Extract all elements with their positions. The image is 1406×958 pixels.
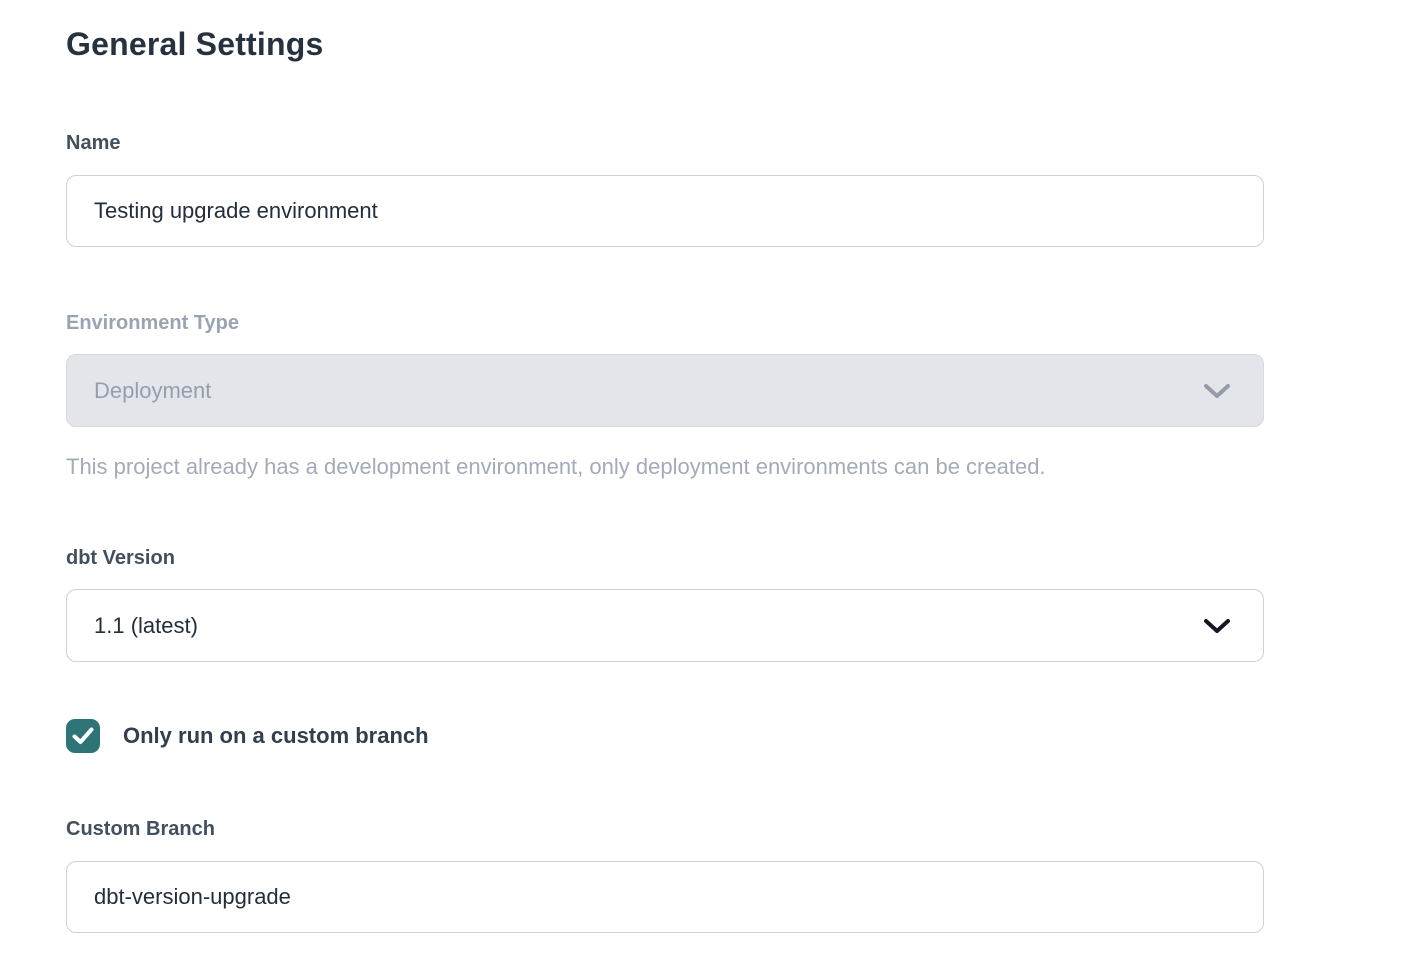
environment-type-value: Deployment <box>94 378 211 404</box>
chevron-down-icon <box>1204 383 1230 399</box>
custom-branch-label: Custom Branch <box>66 817 1264 841</box>
environment-type-select: Deployment <box>66 354 1264 427</box>
name-label: Name <box>66 131 1264 155</box>
custom-branch-checkbox[interactable] <box>66 719 100 753</box>
custom-branch-toggle-label[interactable]: Only run on a custom branch <box>123 723 429 749</box>
general-settings-page: General Settings Name Environment Type D… <box>0 0 1406 958</box>
page-title: General Settings <box>66 24 1264 64</box>
environment-type-helper-text: This project already has a development e… <box>66 453 1264 481</box>
environment-type-label: Environment Type <box>66 311 1264 335</box>
dbt-version-select[interactable]: 1.1 (latest) <box>66 589 1264 662</box>
dbt-version-value: 1.1 (latest) <box>94 613 198 639</box>
name-input[interactable] <box>66 175 1264 247</box>
custom-branch-input[interactable] <box>66 861 1264 933</box>
check-icon <box>72 727 94 745</box>
custom-branch-toggle-row: Only run on a custom branch <box>66 719 1264 753</box>
chevron-down-icon <box>1204 618 1230 634</box>
general-settings-form: Name Environment Type Deployment This pr… <box>66 131 1264 933</box>
dbt-version-label: dbt Version <box>66 546 1264 570</box>
